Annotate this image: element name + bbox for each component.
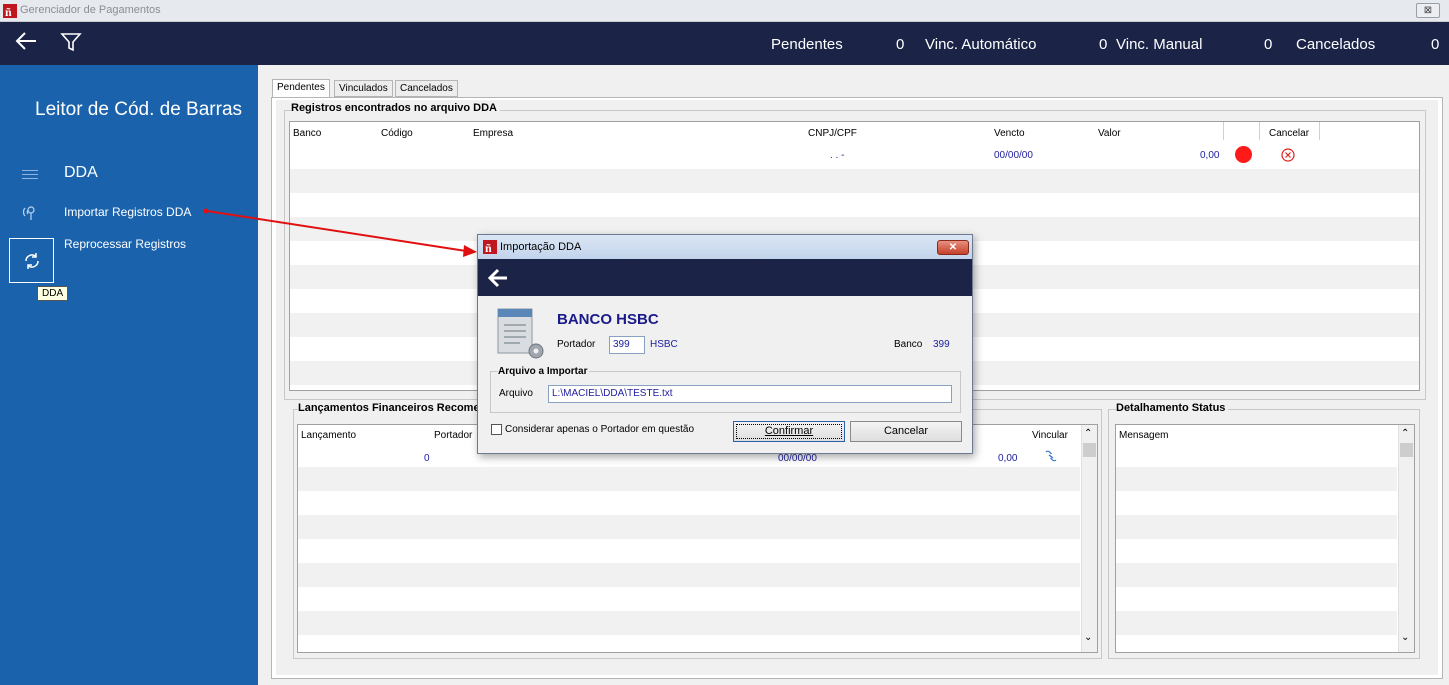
document-icon xyxy=(494,305,546,366)
portador-input[interactable]: 399 xyxy=(609,336,645,354)
svg-text:ñ: ñ xyxy=(485,241,492,254)
portador-label: Portador xyxy=(557,339,596,350)
arquivo-label: Arquivo xyxy=(499,388,533,399)
dialog-close-button[interactable]: ✕ xyxy=(937,240,969,255)
cancelar-button[interactable]: Cancelar xyxy=(850,421,962,442)
arquivo-group-title: Arquivo a Importar xyxy=(498,366,590,377)
banco-label: Banco xyxy=(894,339,923,350)
confirmar-button[interactable]: Confirmar xyxy=(733,421,845,442)
bank-name: BANCO HSBC xyxy=(557,311,659,328)
dialog-titlebar: ñ Importação DDA ✕ xyxy=(478,235,972,259)
arquivo-input[interactable]: L:\MACIEL\DDA\TESTE.txt xyxy=(548,385,952,403)
dialog-toolbar xyxy=(478,259,972,296)
dialog-back-arrow-icon[interactable] xyxy=(486,267,510,289)
checkbox-label: Considerar apenas o Portador em questão xyxy=(505,424,695,435)
dialog-logo-icon: ñ xyxy=(483,240,497,254)
banco-value: 399 xyxy=(933,339,950,350)
import-dda-dialog: ñ Importação DDA ✕ BANCO HSBC Portador 3… xyxy=(477,234,973,454)
portador-name: HSBC xyxy=(650,339,678,350)
portador-checkbox[interactable] xyxy=(491,424,502,435)
dialog-title: Importação DDA xyxy=(500,241,582,253)
